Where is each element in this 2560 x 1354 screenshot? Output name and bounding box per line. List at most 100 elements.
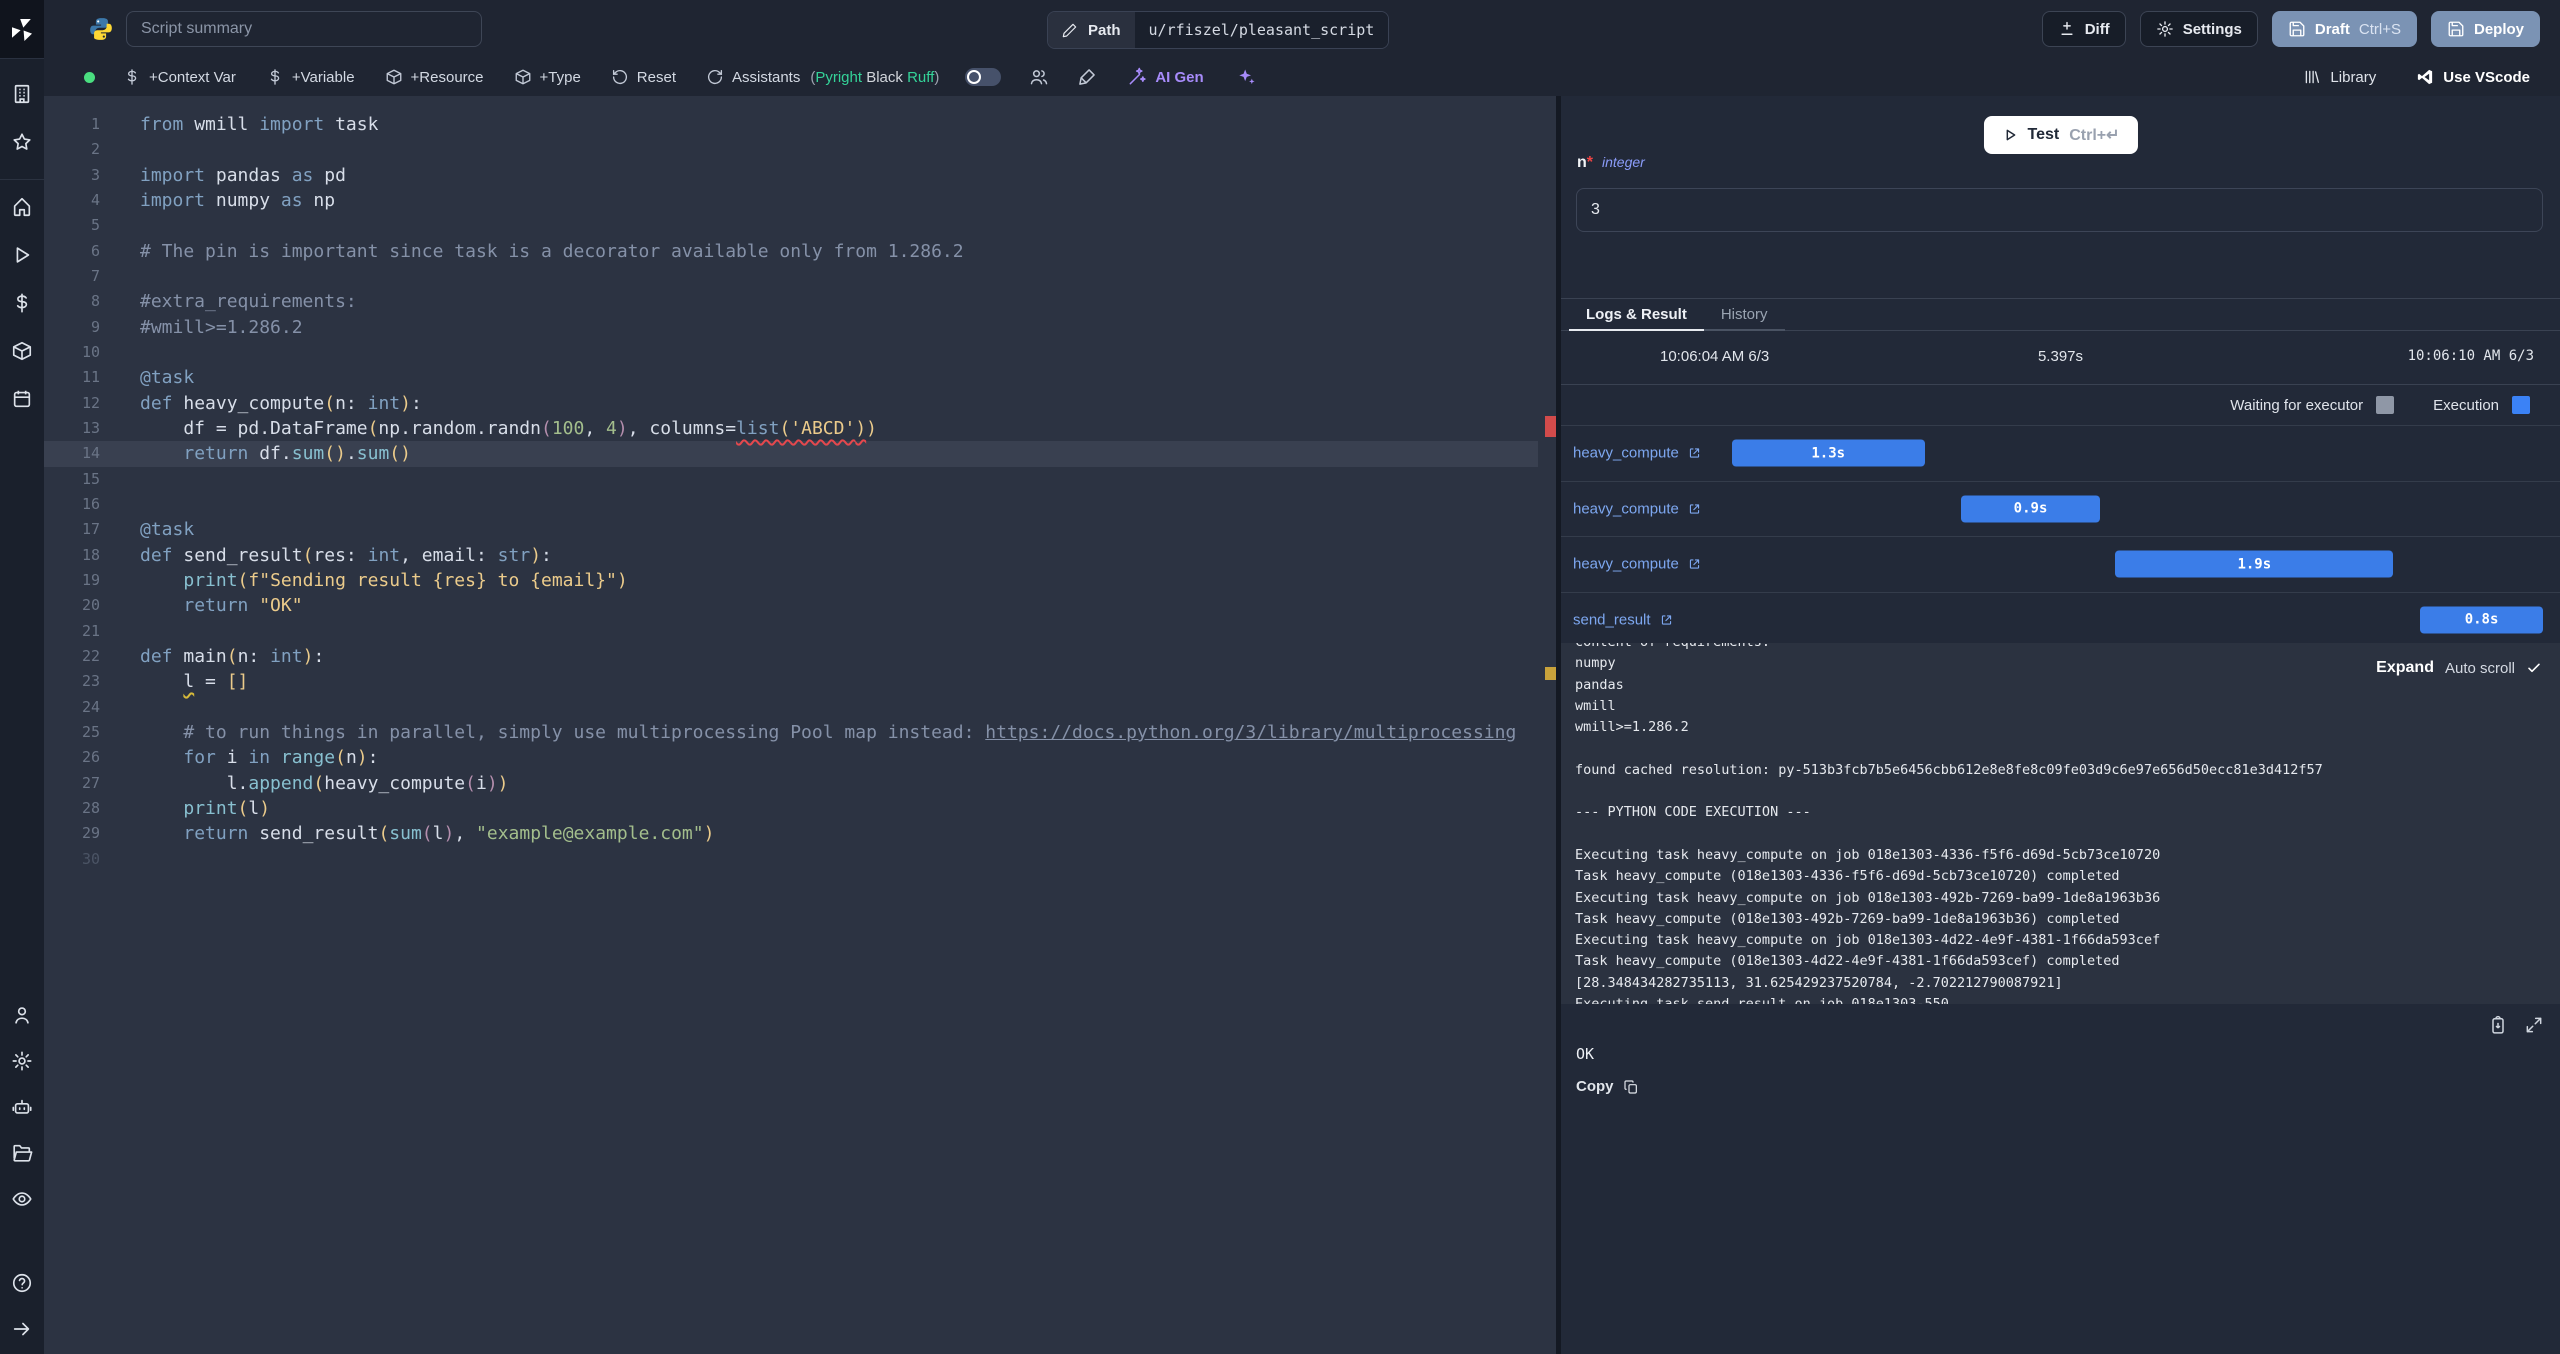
code-line-14[interactable]: 14 return df.sum().sum(): [44, 441, 1538, 467]
assistants-toggle[interactable]: [965, 68, 1002, 86]
code-line-10[interactable]: 10: [44, 340, 1538, 365]
reset-button[interactable]: Reset: [611, 68, 676, 86]
code-text: #wmill>=1.286.2: [140, 316, 303, 338]
error-marker[interactable]: [1545, 416, 1556, 437]
argument-n-input[interactable]: [1576, 188, 2543, 232]
code-line-9[interactable]: 9 #wmill>=1.286.2: [44, 315, 1538, 340]
add-resource-button[interactable]: +Resource: [385, 68, 484, 86]
code-line-23[interactable]: 23 l = []: [44, 669, 1538, 694]
job-duration-bar[interactable]: 1.9s: [2115, 550, 2394, 578]
code-line-29[interactable]: 29 return send_result(sum(l), "example@e…: [44, 821, 1538, 846]
test-button[interactable]: Test Ctrl+↵: [1983, 116, 2138, 154]
windmill-logo-icon: [10, 17, 34, 41]
code-line-28[interactable]: 28 print(l): [44, 796, 1538, 821]
code-line-24[interactable]: 24: [44, 695, 1538, 720]
format-button[interactable]: [1077, 67, 1097, 87]
code-line-2[interactable]: 2: [44, 137, 1538, 162]
code-editor[interactable]: 1 from wmill import task 2 3 import pandas a…: [44, 96, 1538, 1354]
add-type-button[interactable]: +Type: [514, 68, 581, 86]
job-duration-bar[interactable]: 0.8s: [2420, 606, 2543, 634]
test-label: Test: [2027, 126, 2060, 143]
job-duration-bar[interactable]: 1.3s: [1731, 439, 1925, 467]
code-line-12[interactable]: 12 def heavy_compute(n: int):: [44, 391, 1538, 416]
run-end-time: 10:06:10 AM 6/3: [2407, 348, 2534, 364]
sidebar-item-folders[interactable]: [11, 1142, 33, 1164]
ai-sparkles-button[interactable]: [1236, 67, 1256, 87]
code-text: print(f"Sending result {res} to {email}"…: [183, 569, 628, 591]
code-text: #extra_requirements:: [140, 291, 357, 313]
draft-button[interactable]: Draft Ctrl+S: [2271, 11, 2417, 47]
code-line-8[interactable]: 8 #extra_requirements:: [44, 289, 1538, 314]
sidebar-item-favorites[interactable]: [11, 131, 33, 153]
job-link[interactable]: heavy_compute: [1573, 500, 1702, 517]
code-line-11[interactable]: 11 @task: [44, 365, 1538, 390]
sidebar-item-runs[interactable]: [11, 244, 33, 266]
multiplayer-button[interactable]: [1029, 67, 1049, 87]
tab-logs-and-result[interactable]: Logs & Result: [1569, 299, 1704, 331]
code-line-26[interactable]: 26 for i in range(n):: [44, 745, 1538, 770]
add-context-var-button[interactable]: +Context Var: [123, 68, 236, 86]
warning-marker[interactable]: [1545, 667, 1556, 680]
code-text: def send_result(res: int, email: str):: [140, 544, 552, 566]
job-link[interactable]: send_result: [1573, 611, 1674, 628]
job-duration-bar[interactable]: 0.9s: [1960, 495, 2101, 523]
assistants-button[interactable]: Assistants: [706, 68, 800, 86]
job-link[interactable]: heavy_compute: [1573, 556, 1702, 573]
ai-gen-button[interactable]: AI Gen: [1127, 67, 1204, 87]
code-line-27[interactable]: 27 l.append(heavy_compute(i)): [44, 771, 1538, 796]
code-line-17[interactable]: 17 @task: [44, 517, 1538, 542]
code-line-25[interactable]: 25 # to run things in parallel, simply u…: [44, 720, 1538, 745]
code-line-20[interactable]: 20 return "OK": [44, 593, 1538, 618]
editor-overview-ruler[interactable]: [1538, 96, 1556, 1354]
app-logo[interactable]: [0, 0, 44, 59]
job-link[interactable]: heavy_compute: [1573, 445, 1702, 462]
code-line-19[interactable]: 19 print(f"Sending result {res} to {emai…: [44, 568, 1538, 593]
diff-button[interactable]: Diff: [2041, 11, 2126, 47]
copy-result-button[interactable]: Copy: [1576, 1078, 1639, 1095]
library-button[interactable]: Library: [2303, 68, 2376, 86]
sidebar-item-audit-logs[interactable]: [11, 1188, 33, 1210]
code-line-6[interactable]: 6 # The pin is important since task is a …: [44, 239, 1538, 264]
deploy-button[interactable]: Deploy: [2430, 11, 2540, 47]
sidebar-item-schedules[interactable]: [11, 388, 33, 410]
check-icon[interactable]: [2526, 660, 2542, 676]
code-line-1[interactable]: 1 from wmill import task: [44, 112, 1538, 137]
code-line-7[interactable]: 7: [44, 264, 1538, 289]
tab-history[interactable]: History: [1703, 299, 1785, 331]
add-variable-button[interactable]: +Variable: [266, 68, 355, 86]
code-line-13[interactable]: 13 df = pd.DataFrame(np.random.randn(100…: [44, 416, 1538, 441]
sidebar-collapse-button[interactable]: [11, 1318, 33, 1340]
run-times-row: 10:06:04 AM 6/3 5.397s 10:06:10 AM 6/3: [1561, 331, 2560, 385]
eye-icon: [11, 1188, 33, 1210]
sidebar-item-workspace[interactable]: [11, 83, 33, 105]
path-label-segment[interactable]: Path: [1048, 12, 1135, 48]
script-summary-input[interactable]: [126, 11, 482, 47]
code-line-30[interactable]: 30: [44, 847, 1538, 872]
sidebar-item-resources[interactable]: [11, 340, 33, 362]
sidebar-item-users[interactable]: [11, 1004, 33, 1026]
settings-button[interactable]: Settings: [2139, 11, 2258, 47]
log-output[interactable]: content of requirements:numpypandaswmill…: [1561, 643, 2560, 1004]
result-tabs: Logs & Result History: [1561, 298, 2560, 331]
autoscroll-toggle[interactable]: Auto scroll: [2445, 660, 2515, 677]
code-line-15[interactable]: 15: [44, 467, 1538, 492]
code-line-5[interactable]: 5: [44, 213, 1538, 238]
sidebar-item-workers[interactable]: [11, 1096, 33, 1118]
script-path[interactable]: Path u/rfiszel/pleasant_script: [1047, 11, 1390, 49]
code-line-16[interactable]: 16: [44, 492, 1538, 517]
code-line-22[interactable]: 22 def main(n: int):: [44, 644, 1538, 669]
code-line-3[interactable]: 3 import pandas as pd: [44, 163, 1538, 188]
code-line-18[interactable]: 18 def send_result(res: int, email: str):: [44, 543, 1538, 568]
sidebar-item-variables[interactable]: [11, 292, 33, 314]
sidebar-item-home[interactable]: [11, 196, 33, 218]
package-icon: [11, 340, 33, 362]
expand-logs-button[interactable]: Expand: [2376, 659, 2434, 677]
maximize-icon[interactable]: [2524, 1015, 2544, 1035]
clipboard-icon[interactable]: [2488, 1015, 2508, 1035]
use-vscode-button[interactable]: Use VScode: [2416, 68, 2530, 86]
sidebar-item-settings[interactable]: [11, 1050, 33, 1072]
code-line-21[interactable]: 21: [44, 619, 1538, 644]
sidebar-item-help[interactable]: [11, 1272, 33, 1294]
code-line-4[interactable]: 4 import numpy as np: [44, 188, 1538, 213]
